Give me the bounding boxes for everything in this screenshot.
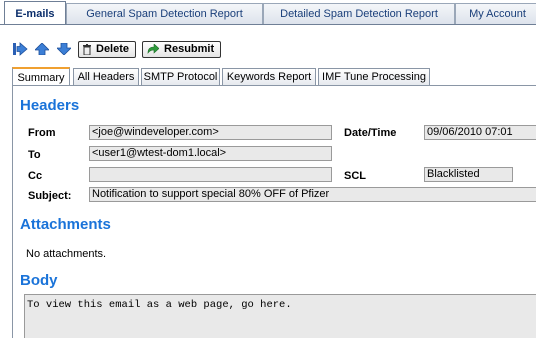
tab-imf-tune-processing[interactable]: IMF Tune Processing — [318, 68, 430, 85]
subject-field: Notification to support special 80% OFF … — [89, 187, 536, 202]
to-field: <user1@wtest-dom1.local> — [89, 146, 332, 161]
resubmit-button[interactable]: Resubmit — [142, 40, 222, 58]
tab-bar-divider — [0, 24, 536, 25]
top-tab-bar: E-mails General Spam Detection Report De… — [0, 0, 536, 25]
message-toolbar: Delete Resubmit — [12, 40, 227, 58]
tab-summary[interactable]: Summary — [12, 67, 70, 86]
cc-label: Cc — [28, 170, 43, 182]
datetime-field: 09/06/2010 07:01 — [424, 125, 536, 140]
to-label: To — [28, 149, 41, 161]
trash-icon — [83, 43, 91, 55]
delete-button-label: Delete — [96, 43, 130, 55]
from-field: <joe@windeveloper.com> — [89, 125, 332, 140]
cc-field — [89, 167, 332, 182]
attachments-heading: Attachments — [20, 216, 111, 233]
tab-all-headers[interactable]: All Headers — [73, 68, 139, 85]
attachments-text: No attachments. — [26, 248, 107, 260]
tab-emails[interactable]: E-mails — [4, 1, 66, 25]
from-label: From — [28, 127, 56, 139]
tab-my-account[interactable]: My Account — [455, 3, 536, 24]
headers-heading: Headers — [20, 97, 80, 114]
body-heading: Body — [20, 272, 58, 289]
tab-smtp-protocol[interactable]: SMTP Protocol — [141, 68, 220, 85]
resubmit-button-label: Resubmit — [164, 43, 215, 55]
resubmit-arrow-icon — [147, 44, 160, 54]
tab-detailed-spam-detection-report[interactable]: Detailed Spam Detection Report — [263, 3, 455, 24]
tab-general-spam-detection-report[interactable]: General Spam Detection Report — [66, 3, 263, 24]
back-to-list-icon[interactable] — [12, 41, 28, 57]
datetime-label: Date/Time — [344, 127, 397, 139]
scl-field: Blacklisted — [424, 167, 513, 182]
delete-button[interactable]: Delete — [78, 40, 137, 58]
tab-keywords-report[interactable]: Keywords Report — [222, 68, 316, 85]
subject-label: Subject: — [28, 190, 72, 202]
message-body[interactable]: To view this email as a web page, go her… — [24, 294, 536, 338]
arrow-down-icon[interactable] — [56, 41, 72, 57]
scl-label: SCL — [344, 170, 366, 182]
arrow-up-icon[interactable] — [34, 41, 50, 57]
